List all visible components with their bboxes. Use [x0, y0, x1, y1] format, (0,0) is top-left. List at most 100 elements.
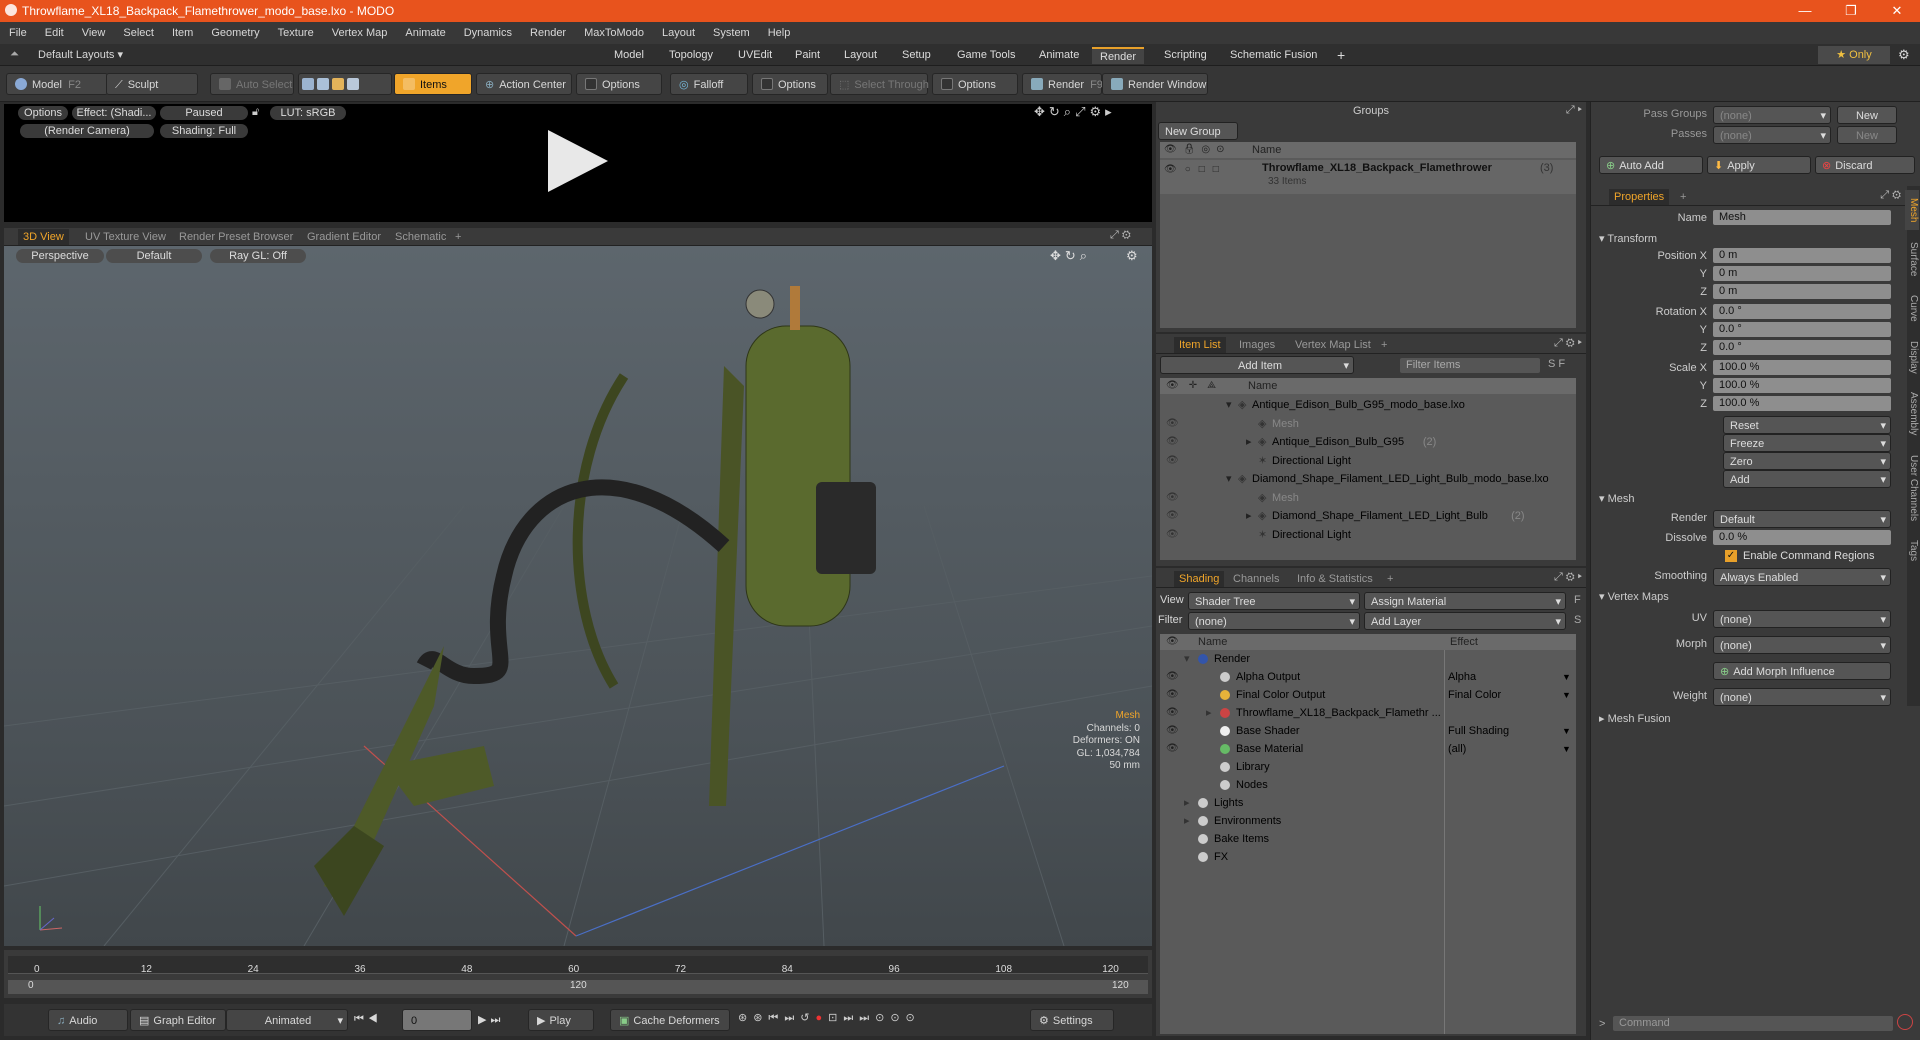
smoothing-dropdown[interactable]: Always Enabled — [1713, 568, 1891, 587]
expand-arrow-icon[interactable]: ▸ — [1184, 812, 1190, 830]
expand-arrow-icon[interactable]: ▸ — [1206, 704, 1212, 722]
render-camera-dropdown[interactable]: (Render Camera) — [20, 124, 154, 138]
shader-tree-row[interactable]: 👁︎ Alpha Output Alpha ▼ — [1160, 668, 1576, 686]
enable-command-regions-checkbox[interactable]: ✓ — [1725, 550, 1737, 562]
menu-file[interactable]: File — [0, 22, 36, 44]
viewport-expand-icon[interactable]: ⤢ ⚙ — [1110, 229, 1131, 242]
menu-layout[interactable]: Layout — [653, 22, 704, 44]
edges-mode-icon[interactable] — [317, 78, 329, 90]
menu-animate[interactable]: Animate — [396, 22, 454, 44]
scale-z-field[interactable]: 100.0 % — [1713, 396, 1891, 411]
shading-expand-icon[interactable]: ⤢ ⚙ ▸ — [1554, 571, 1582, 584]
menu-item[interactable]: Item — [163, 22, 202, 44]
eye-icon[interactable]: 👁︎ — [1166, 433, 1179, 451]
add-item-list-tab[interactable]: + — [1376, 337, 1392, 353]
shader-tree-dropdown[interactable]: Shader Tree — [1188, 592, 1360, 611]
effect-dropdown-arrow-icon[interactable]: ▼ — [1562, 686, 1571, 704]
lock-icon[interactable]: 🔓︎ — [252, 106, 259, 119]
layer-effect[interactable]: (all) — [1448, 740, 1466, 758]
layer-effect[interactable]: Alpha — [1448, 668, 1476, 686]
3d-viewport[interactable]: Perspective Default Ray GL: Off ✥↻⌕ ⚙ Me… — [4, 246, 1152, 946]
lut-dropdown[interactable]: LUT: sRGB — [270, 106, 346, 120]
properties-expand-icon[interactable]: ⤢ ⚙ — [1880, 189, 1901, 202]
shader-tree-row[interactable]: 👁︎ Base Material (all) ▼ — [1160, 740, 1576, 758]
tab-item-list[interactable]: Item List — [1174, 337, 1226, 353]
group-visibility-icons[interactable]: 👁︎○□□ — [1164, 164, 1227, 175]
shading-s-button[interactable]: S — [1574, 614, 1581, 626]
shader-tree-row[interactable]: Library — [1160, 758, 1576, 776]
item-list-row[interactable]: 👁︎ ✶ Directional Light — [1160, 452, 1576, 470]
default-layouts-dropdown[interactable]: Default Layouts ▾ — [38, 48, 123, 61]
new-pass-button[interactable]: New — [1837, 126, 1897, 144]
eye-icon[interactable]: 👁︎ — [1166, 704, 1179, 722]
audio-button[interactable]: ♫ Audio — [48, 1009, 128, 1031]
item-list-column-icons[interactable]: 👁︎✛⟁ — [1166, 380, 1226, 391]
morph-dropdown[interactable]: (none) — [1713, 636, 1891, 655]
new-pass-group-button[interactable]: New — [1837, 106, 1897, 124]
position-z-field[interactable]: 0 m — [1713, 284, 1891, 299]
vertex-maps-section[interactable]: ▾ Vertex Maps — [1599, 590, 1669, 603]
select-through-options-button[interactable]: Options — [932, 73, 1018, 95]
item-list-row[interactable]: 👁︎ ◈ Mesh — [1160, 489, 1576, 507]
auto-select-button[interactable]: Auto Select — [210, 73, 294, 95]
eye-icon[interactable]: 👁︎ — [1166, 526, 1179, 544]
mesh-fusion-section[interactable]: ▸ Mesh Fusion — [1599, 712, 1671, 725]
reset-dropdown[interactable]: Reset — [1723, 416, 1891, 435]
tab-render[interactable]: Render — [1092, 47, 1145, 64]
tab-model[interactable]: Model — [606, 47, 652, 64]
expand-arrow-icon[interactable]: ▸ — [1246, 433, 1252, 451]
tab-topology[interactable]: Topology — [661, 47, 721, 64]
item-list-row[interactable]: ▾ ◈ Diamond_Shape_Filament_LED_Light_Bulb_… — [1160, 470, 1576, 488]
action-center-options-button[interactable]: Options — [576, 73, 662, 95]
preview-effect-dropdown[interactable]: Effect: (Shadi... — [72, 106, 156, 120]
shader-tree-row[interactable]: 👁︎ Base Shader Full Shading ▼ — [1160, 722, 1576, 740]
tab-shading[interactable]: Shading — [1174, 571, 1225, 587]
passes-dropdown[interactable]: (none) — [1713, 126, 1831, 145]
render-dropdown[interactable]: Default — [1713, 510, 1891, 529]
falloff-options-button[interactable]: Options — [752, 73, 828, 95]
filter-items-input[interactable]: Filter Items — [1400, 358, 1540, 373]
side-tab-assembly[interactable]: Assembly — [1905, 386, 1919, 442]
animated-dropdown[interactable]: Animated — [226, 1009, 348, 1032]
add-item-dropdown[interactable]: Add Item — [1160, 356, 1354, 375]
rotation-x-field[interactable]: 0.0 ° — [1713, 304, 1891, 319]
add-dropdown[interactable]: Add — [1723, 470, 1891, 489]
new-group-button[interactable]: New Group — [1158, 122, 1238, 140]
menu-geometry[interactable]: Geometry — [202, 22, 268, 44]
groups-column-icons[interactable]: 👁︎🔒︎◎⊙ — [1164, 144, 1231, 155]
groups-list[interactable]: Name 👁︎🔒︎◎⊙ 👁︎○□□ Throwflame_XL18_Backpa… — [1160, 142, 1576, 328]
vertices-mode-icon[interactable] — [302, 78, 314, 90]
shader-tree-row[interactable]: 👁︎ ▸ Throwflame_XL18_Backpack_Flamethr ... — [1160, 704, 1576, 722]
shader-tree-row[interactable]: Nodes — [1160, 776, 1576, 794]
item-list-tree[interactable]: Name 👁︎✛⟁ ▾ ◈ Antique_Edison_Bulb_G95_modo… — [1160, 378, 1576, 560]
item-list-row[interactable]: ▾ ◈ Antique_Edison_Bulb_G95_modo_base.lxo — [1160, 396, 1576, 414]
group-row[interactable]: 👁︎○□□ Throwflame_XL18_Backpack_Flamethro… — [1160, 160, 1576, 194]
eye-icon[interactable]: 👁︎ — [1166, 452, 1179, 470]
shader-eye-column-icon[interactable]: 👁︎ — [1166, 634, 1179, 650]
add-layer-dropdown[interactable]: Add Layer — [1364, 612, 1566, 631]
layout-gear-icon[interactable]: ⚙ — [1898, 47, 1910, 63]
expand-arrow-icon[interactable]: ▾ — [1184, 650, 1190, 668]
apply-button[interactable]: ⬇ Apply — [1707, 156, 1811, 174]
polygons-mode-icon[interactable] — [332, 78, 344, 90]
item-list-expand-icon[interactable]: ⤢ ⚙ ▸ — [1554, 337, 1582, 350]
discard-button[interactable]: ⊗ Discard — [1815, 156, 1915, 174]
materials-mode-icon[interactable] — [347, 78, 359, 90]
item-list-row[interactable]: 👁︎ ▸ ◈ Antique_Edison_Bulb_G95 (2) — [1160, 433, 1576, 451]
layer-effect[interactable]: Full Shading — [1448, 722, 1509, 740]
expand-arrow-icon[interactable]: ▸ — [1184, 794, 1190, 812]
item-list-row[interactable]: 👁︎ ◈ Mesh — [1160, 415, 1576, 433]
side-tab-tags[interactable]: Tags — [1905, 534, 1919, 568]
item-list-row[interactable]: 👁︎ ▸ ◈ Diamond_Shape_Filament_LED_Light_Bul… — [1160, 507, 1576, 525]
command-input[interactable]: Command — [1613, 1016, 1893, 1031]
shading-f-button[interactable]: F — [1574, 594, 1581, 606]
shader-tree-row[interactable]: 👁︎ Final Color Output Final Color ▼ — [1160, 686, 1576, 704]
shading-filter-dropdown[interactable]: (none) — [1188, 612, 1360, 631]
transform-section[interactable]: ▾ Transform — [1599, 232, 1657, 245]
menu-maxtomodo[interactable]: MaxToModo — [575, 22, 653, 44]
shader-tree-row[interactable]: ▸ Environments — [1160, 812, 1576, 830]
model-mode-button[interactable]: Model F2 — [6, 73, 108, 95]
side-tab-curve[interactable]: Curve — [1905, 288, 1919, 328]
command-history-icon[interactable] — [1897, 1014, 1913, 1030]
tab-paint[interactable]: Paint — [787, 47, 828, 64]
